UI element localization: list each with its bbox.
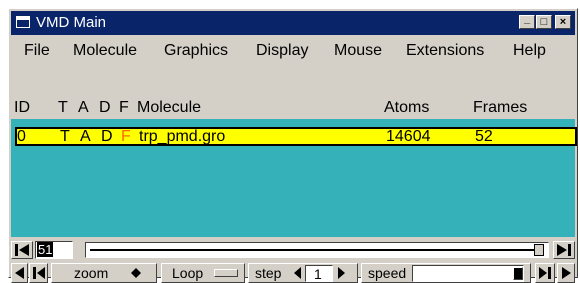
col-atoms[interactable]: Atoms xyxy=(384,99,429,117)
step-control: step 1 xyxy=(248,263,358,283)
step-forward-button[interactable] xyxy=(535,263,555,283)
slider-thumb[interactable] xyxy=(534,244,544,256)
col-frames[interactable]: Frames xyxy=(473,99,527,117)
step-back-button[interactable] xyxy=(29,263,48,283)
menu-mouse[interactable]: Mouse xyxy=(334,42,382,60)
play-forward-button[interactable] xyxy=(557,263,575,283)
skip-to-start-icon xyxy=(15,244,29,256)
maximize-icon: □ xyxy=(540,16,548,28)
menu-bar: File Molecule Graphics Display Mouse Ext… xyxy=(11,39,575,65)
window-icon xyxy=(16,16,30,28)
close-icon: × xyxy=(559,16,567,28)
step-value: 1 xyxy=(314,266,322,282)
zoom-label: zoom xyxy=(74,265,109,281)
drawn-flag[interactable]: D xyxy=(101,128,113,146)
active-flag[interactable]: A xyxy=(80,128,91,146)
step-back-icon xyxy=(33,267,45,279)
animation-controls: zoom Loop step 1 speed xyxy=(11,263,575,283)
window-title: VMD Main xyxy=(36,14,107,31)
speed-slider-thumb[interactable] xyxy=(513,267,523,280)
maximize-button[interactable]: □ xyxy=(536,15,552,29)
top-flag[interactable]: T xyxy=(60,128,70,146)
loop-indicator-icon xyxy=(214,269,238,277)
speed-control: speed xyxy=(361,263,531,283)
speed-slider[interactable] xyxy=(412,265,524,282)
atom-count: 14604 xyxy=(386,128,431,145)
play-reverse-icon xyxy=(15,267,24,279)
frame-number-value: 51 xyxy=(37,242,54,257)
loop-label: Loop xyxy=(172,265,204,281)
menu-extensions[interactable]: Extensions xyxy=(406,42,484,60)
col-molecule[interactable]: Molecule xyxy=(137,99,201,117)
minimize-button[interactable]: _ xyxy=(519,13,535,29)
col-id[interactable]: ID xyxy=(14,99,30,117)
title-bar[interactable]: VMD Main _ □ × xyxy=(11,11,575,35)
close-button[interactable]: × xyxy=(555,15,571,29)
col-f[interactable]: F xyxy=(119,99,129,117)
molecule-id[interactable]: 0 xyxy=(17,128,26,146)
go-to-end-button[interactable] xyxy=(553,241,575,259)
molecule-row[interactable]: 0 T A D F trp_pmd.gro 14604 52 xyxy=(15,127,577,146)
frame-slider[interactable] xyxy=(85,242,549,258)
menu-molecule[interactable]: Molecule xyxy=(73,42,137,60)
step-value-field[interactable]: 1 xyxy=(305,265,333,282)
frame-scrubber-bar: 51 xyxy=(11,240,575,260)
zoom-toggle[interactable]: zoom xyxy=(51,263,157,283)
loop-button[interactable]: Loop xyxy=(161,263,245,283)
menu-file[interactable]: File xyxy=(24,42,50,60)
speed-label: speed xyxy=(368,265,407,281)
molecule-list[interactable]: 0 T A D F trp_pmd.gro 14604 52 xyxy=(11,119,577,237)
menu-graphics[interactable]: Graphics xyxy=(164,42,228,60)
menu-display[interactable]: Display xyxy=(256,42,308,60)
play-reverse-button[interactable] xyxy=(11,263,28,283)
zoom-indicator-icon xyxy=(131,268,141,278)
skip-to-end-icon xyxy=(557,244,571,256)
vmd-main-window: VMD Main _ □ × File Molecule Graphics Di… xyxy=(8,8,578,283)
minimize-icon: _ xyxy=(523,13,531,25)
step-forward-icon xyxy=(539,267,551,279)
fixed-flag[interactable]: F xyxy=(121,128,131,146)
frame-number-field[interactable]: 51 xyxy=(35,241,73,259)
play-forward-icon xyxy=(562,267,571,279)
col-a[interactable]: A xyxy=(78,99,89,117)
frame-count: 52 xyxy=(475,128,493,145)
slider-track xyxy=(90,249,534,251)
go-to-start-button[interactable] xyxy=(11,241,33,259)
col-d[interactable]: D xyxy=(99,99,111,117)
menu-help[interactable]: Help xyxy=(513,42,546,60)
molecule-list-header: ID T A D F Molecule Atoms Frames xyxy=(11,99,575,117)
molecule-name[interactable]: trp_pmd.gro xyxy=(139,128,225,146)
col-t[interactable]: T xyxy=(58,99,68,117)
step-label: step xyxy=(255,265,282,281)
